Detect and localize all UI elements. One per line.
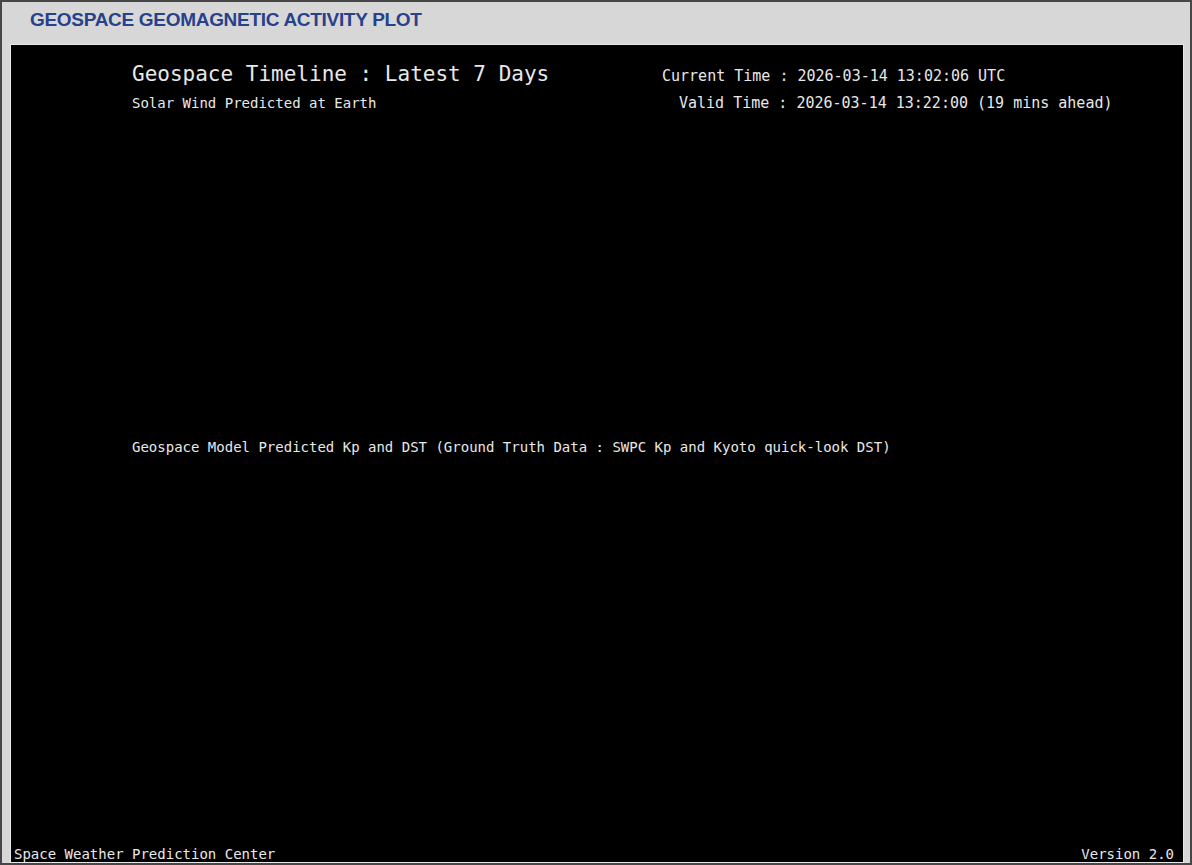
geospace-activity-page: { "page": { "header_title": "GEOSPACE GE… <box>0 0 1192 865</box>
timeline-plot-canvas <box>2 2 1192 865</box>
